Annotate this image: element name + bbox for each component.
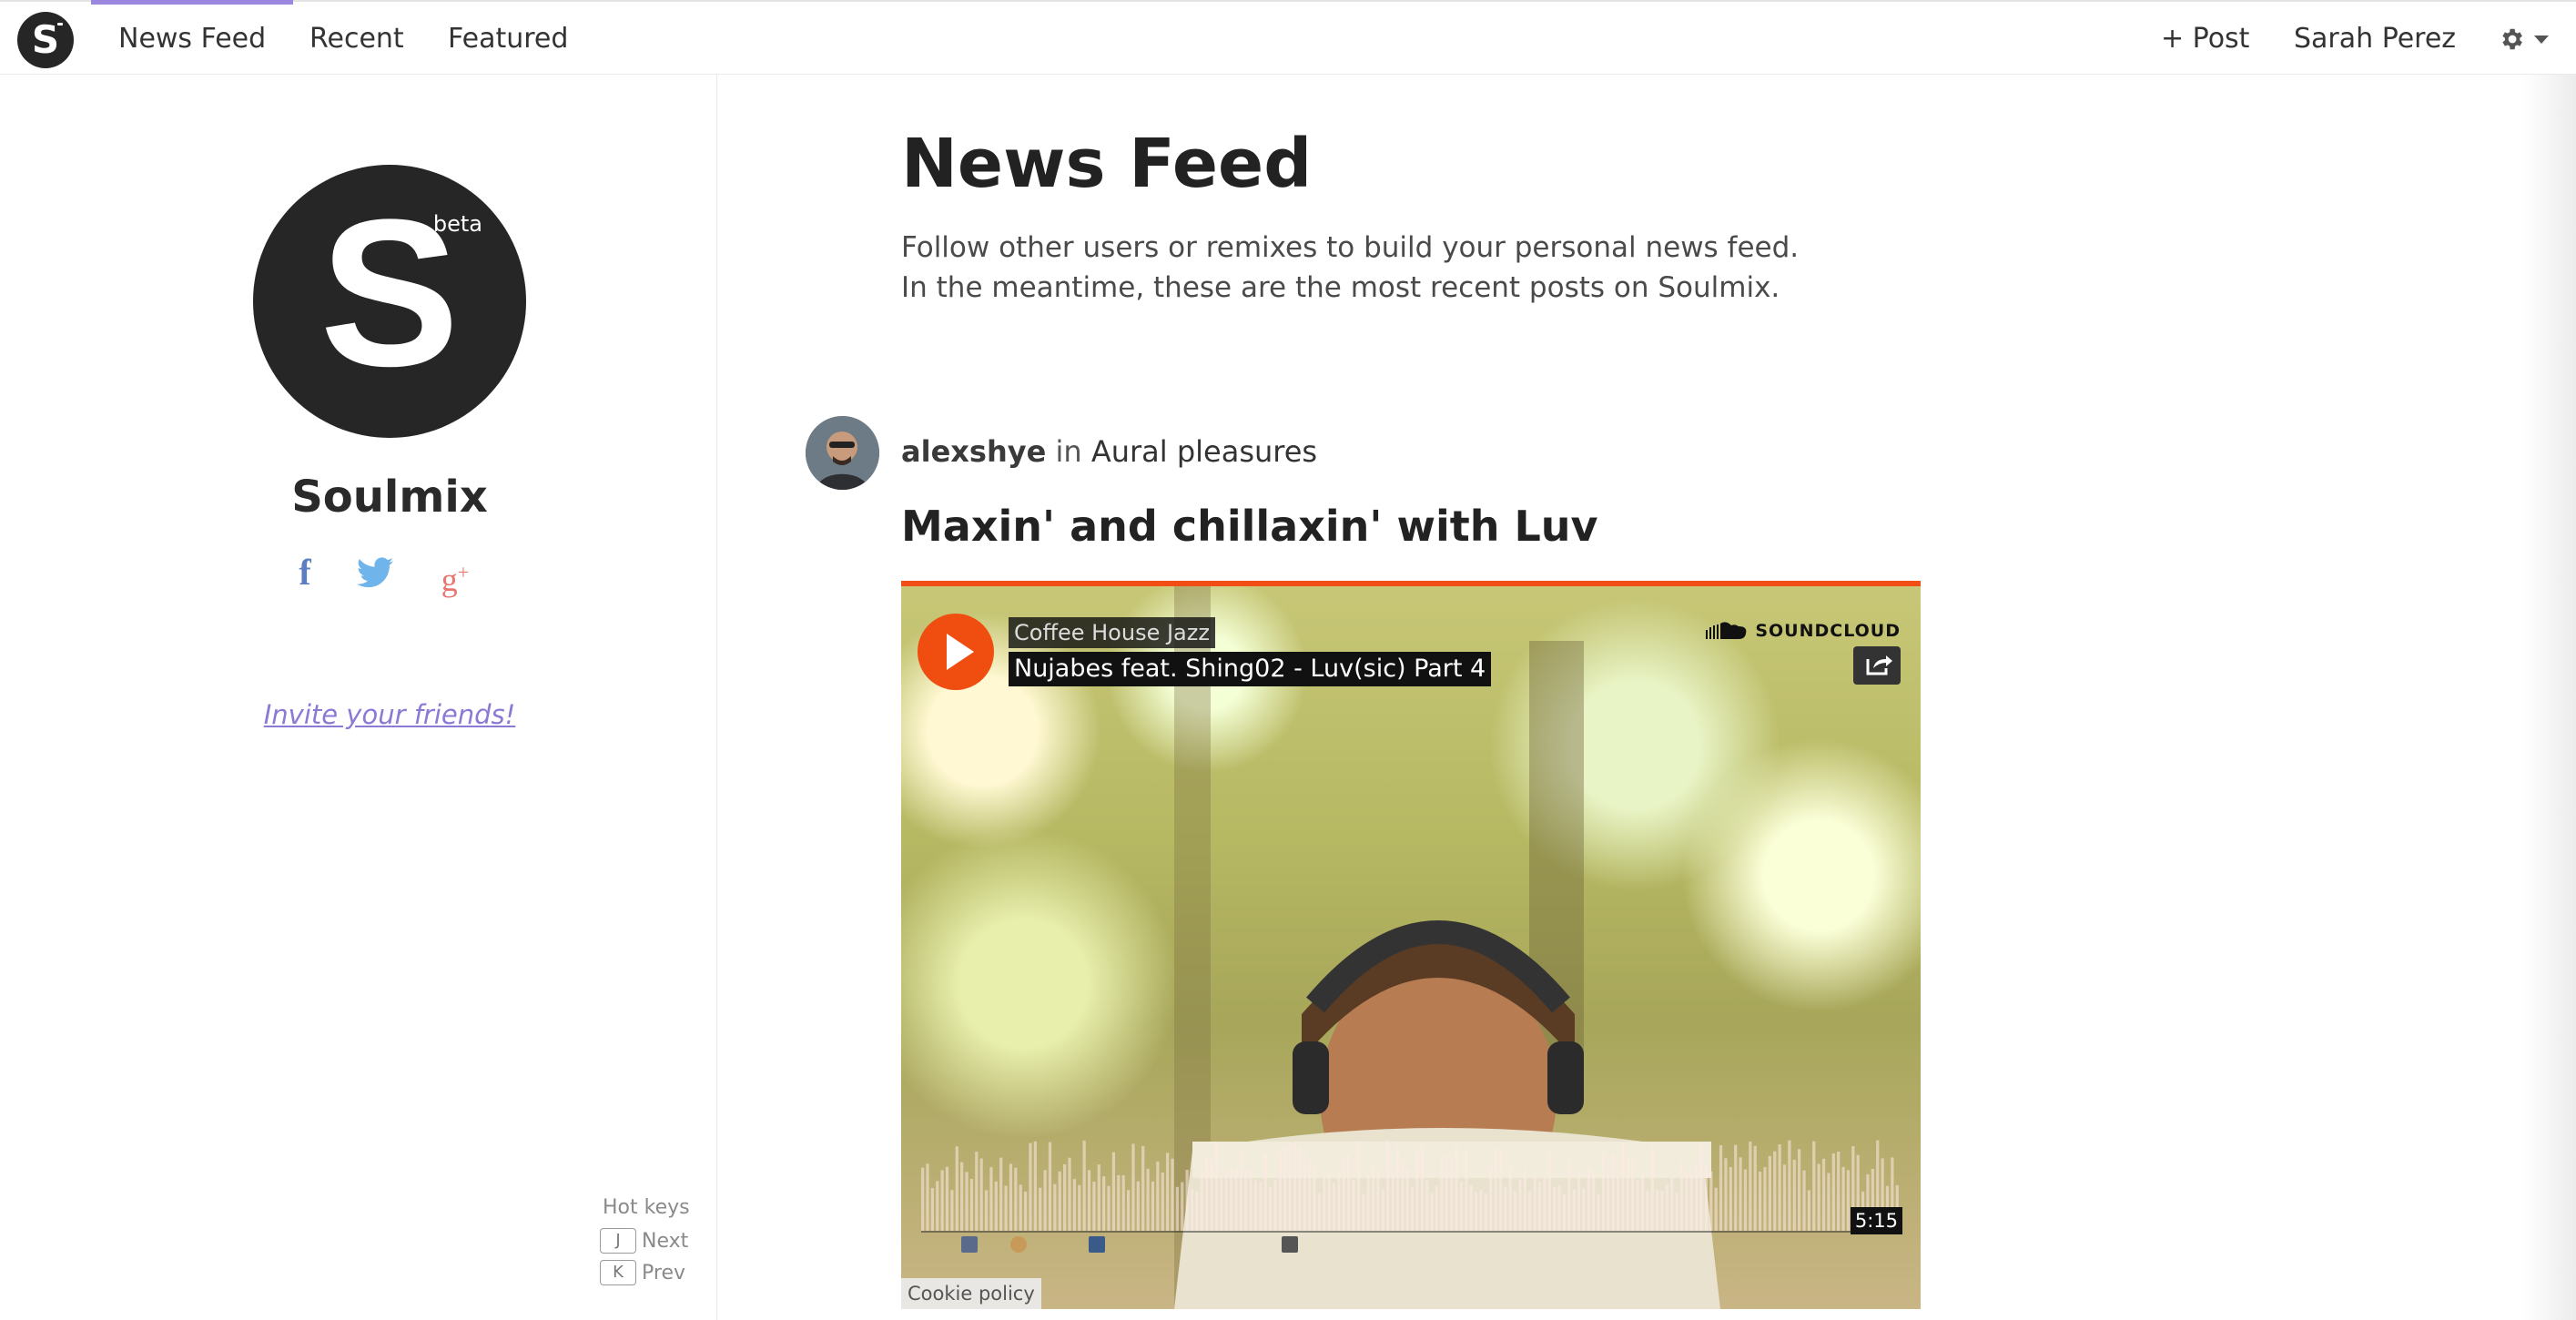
window-edge-shadow [2521,75,2576,1320]
play-button[interactable] [918,614,994,690]
user-avatar-image [806,416,879,490]
invite-friends-link[interactable]: Invite your friends! [0,699,779,730]
track-genre-label[interactable]: Coffee House Jazz [1009,617,1215,648]
hotkey-next: J Next [600,1227,688,1254]
share-button[interactable] [1853,646,1901,685]
social-links: f g+ [0,550,779,598]
soulmix-logo-large: S beta [253,165,526,438]
comment-avatar[interactable] [1282,1236,1298,1253]
waveform[interactable] [921,1140,1901,1260]
post-meta-in: in [1055,434,1082,469]
logo-letter: S [31,17,60,62]
page-title: News Feed [901,125,1313,203]
soundcloud-logo[interactable]: SOUNDCLOUD [1706,621,1901,641]
hotkey-key-k: K [600,1260,636,1285]
gear-icon [2502,28,2522,50]
soundcloud-brand-text: SOUNDCLOUD [1755,621,1901,641]
hotkeys-title: Hot keys [603,1196,690,1219]
logo-large-letter: S [319,176,460,410]
post-title[interactable]: Maxin' and chillaxin' with Luv [901,499,1598,553]
google-plus-icon[interactable]: g+ [435,550,475,598]
facebook-icon[interactable]: f [293,550,317,595]
feed-intro-line-2: In the meantime, these are the most rece… [901,271,1780,304]
top-nav-bar: S News Feed Recent Featured + Post Sarah… [0,0,2576,75]
post-meta: alexshye in Aural pleasures [901,429,1317,474]
tab-news-feed[interactable]: News Feed [90,0,294,76]
track-duration: 5:15 [1850,1207,1902,1234]
beta-badge: beta [432,211,482,237]
track-title[interactable]: Nujabes feat. Shing02 - Luv(sic) Part 4 [1009,652,1492,686]
comment-avatar[interactable] [1010,1236,1027,1253]
feed-intro-line-1: Follow other users or remixes to build y… [901,231,1800,264]
hotkey-prev: K Prev [600,1259,685,1286]
twitter-icon[interactable] [355,550,395,595]
soulmix-logo-small[interactable]: S [17,12,74,68]
user-menu-name[interactable]: Sarah Perez [2294,2,2456,76]
settings-menu[interactable] [2498,2,2561,76]
chevron-down-icon [2534,35,2549,44]
cookie-policy-link[interactable]: Cookie policy [901,1278,1041,1309]
post-collection-link[interactable]: Aural pleasures [1091,434,1317,469]
avatar[interactable] [806,416,879,490]
hotkey-label-prev: Prev [642,1261,685,1284]
main-content: News Feed Follow other users or remixes … [718,75,2576,1320]
soundcloud-player[interactable]: Coffee House Jazz Nujabes feat. Shing02 … [901,581,1921,1309]
tab-featured[interactable]: Featured [448,2,568,76]
comment-avatar[interactable] [1089,1236,1105,1253]
left-sidebar: S beta Soulmix f g+ Invite your friends!… [0,75,717,1320]
hotkey-key-j: J [600,1228,636,1254]
soundcloud-cloud-icon [1706,622,1747,639]
comment-avatar[interactable] [961,1236,978,1253]
post-author-link[interactable]: alexshye [901,434,1046,469]
tab-recent[interactable]: Recent [309,2,404,76]
share-icon [1866,655,1892,675]
feed-intro: Follow other users or remixes to build y… [901,228,1993,308]
hotkey-label-next: Next [642,1229,689,1253]
site-name: Soulmix [291,472,488,523]
new-post-button[interactable]: + Post [2161,2,2249,76]
twitter-bird-glyph [357,557,393,588]
logo-beta-mark [57,23,63,25]
